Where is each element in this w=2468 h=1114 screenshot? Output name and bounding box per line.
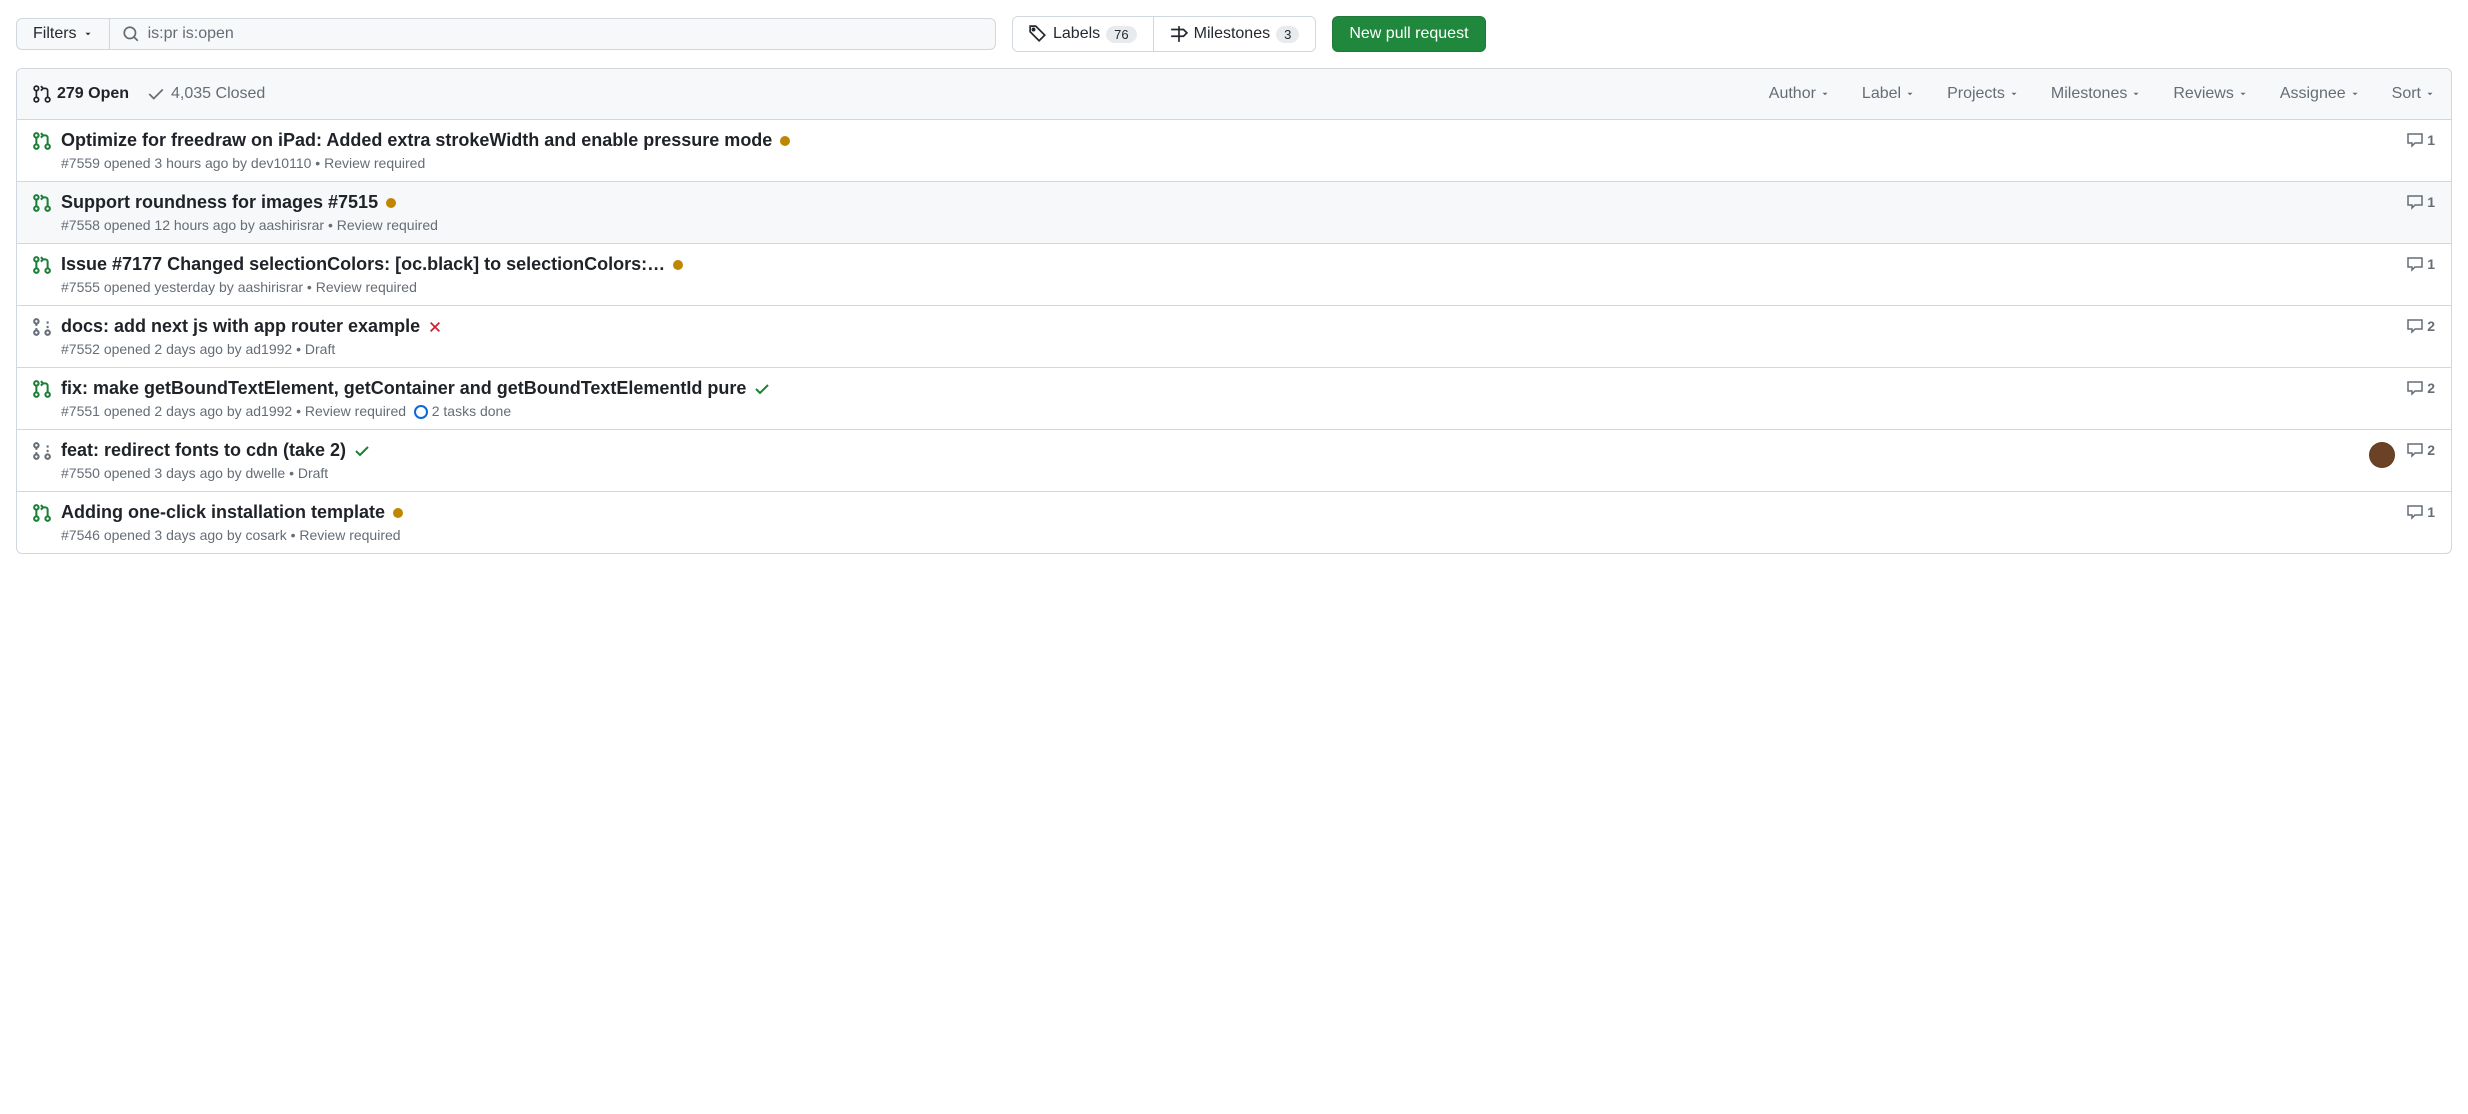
pr-row[interactable]: Optimize for freedraw on iPad: Added ext…	[17, 120, 2451, 182]
status-pending-icon	[386, 198, 396, 208]
assignee-avatar[interactable]	[2369, 442, 2395, 468]
pr-row[interactable]: fix: make getBoundTextElement, getContai…	[17, 368, 2451, 430]
pr-meta: #7550 opened 3 days ago by dwelle • Draf…	[61, 465, 2359, 481]
closed-tab[interactable]: 4,035 Closed	[147, 85, 265, 103]
open-tab[interactable]: 279 Open	[33, 85, 129, 103]
comments-count: 1	[2427, 256, 2435, 272]
pr-meta: #7558 opened 12 hours ago by aashirisrar…	[61, 217, 2397, 233]
tag-icon	[1029, 25, 1047, 43]
comments-link[interactable]: 2	[2407, 380, 2435, 396]
label-filter[interactable]: Label	[1862, 85, 1915, 103]
projects-filter[interactable]: Projects	[1947, 85, 2019, 103]
caret-down-icon	[2350, 89, 2360, 99]
pr-open-icon	[33, 502, 51, 543]
milestones-label: Milestones	[1194, 25, 1270, 43]
milestones-link[interactable]: Milestones 3	[1153, 17, 1316, 51]
status-pending-icon	[780, 136, 790, 146]
reviews-filter[interactable]: Reviews	[2173, 85, 2247, 103]
status-failure-icon	[428, 320, 442, 334]
comments-count: 1	[2427, 504, 2435, 520]
comments-link[interactable]: 1	[2407, 256, 2435, 272]
pr-row[interactable]: docs: add next js with app router exampl…	[17, 306, 2451, 368]
sort-filter[interactable]: Sort	[2392, 85, 2435, 103]
filters-label: Filters	[33, 25, 77, 43]
comments-link[interactable]: 1	[2407, 132, 2435, 148]
caret-down-icon	[83, 29, 93, 39]
pr-title-link[interactable]: Optimize for freedraw on iPad: Added ext…	[61, 130, 772, 151]
caret-down-icon	[1905, 89, 1915, 99]
search-icon	[122, 25, 140, 43]
comments-link[interactable]: 2	[2407, 442, 2435, 458]
search-input-wrapper[interactable]	[110, 18, 996, 50]
pr-row[interactable]: Adding one-click installation template #…	[17, 492, 2451, 553]
milestones-filter[interactable]: Milestones	[2051, 85, 2141, 103]
pr-title-link[interactable]: docs: add next js with app router exampl…	[61, 316, 420, 337]
caret-down-icon	[1820, 89, 1830, 99]
comments-link[interactable]: 1	[2407, 194, 2435, 210]
milestones-count: 3	[1276, 26, 1299, 43]
pr-meta: #7551 opened 2 days ago by ad1992 • Revi…	[61, 403, 2397, 419]
caret-down-icon	[2238, 89, 2248, 99]
pr-open-icon	[33, 192, 51, 233]
labels-label: Labels	[1053, 25, 1100, 43]
comments-link[interactable]: 2	[2407, 318, 2435, 334]
pull-request-icon	[33, 85, 51, 103]
pr-row[interactable]: Issue #7177 Changed selectionColors: [oc…	[17, 244, 2451, 306]
pr-draft-icon	[33, 316, 51, 357]
open-count: 279 Open	[57, 85, 129, 103]
check-icon	[147, 85, 165, 103]
pr-title-link[interactable]: fix: make getBoundTextElement, getContai…	[61, 378, 746, 399]
pr-open-icon	[33, 130, 51, 171]
status-success-icon	[754, 381, 770, 397]
assignee-filter[interactable]: Assignee	[2280, 85, 2360, 103]
pr-meta: #7546 opened 3 days ago by cosark • Revi…	[61, 527, 2397, 543]
milestone-icon	[1170, 25, 1188, 43]
pr-draft-icon	[33, 440, 51, 481]
pr-open-icon	[33, 254, 51, 295]
closed-count: 4,035 Closed	[171, 85, 265, 103]
comments-count: 2	[2427, 318, 2435, 334]
caret-down-icon	[2425, 89, 2435, 99]
labels-link[interactable]: Labels 76	[1013, 17, 1153, 51]
tasks-text: 2 tasks done	[432, 403, 511, 419]
pr-title-link[interactable]: Adding one-click installation template	[61, 502, 385, 523]
comments-count: 1	[2427, 194, 2435, 210]
pr-row[interactable]: feat: redirect fonts to cdn (take 2) #75…	[17, 430, 2451, 492]
filters-button[interactable]: Filters	[16, 18, 110, 50]
pr-title-link[interactable]: Issue #7177 Changed selectionColors: [oc…	[61, 254, 665, 275]
new-pull-request-button[interactable]: New pull request	[1332, 16, 1485, 52]
status-pending-icon	[673, 260, 683, 270]
status-pending-icon	[393, 508, 403, 518]
pr-meta: #7555 opened yesterday by aashirisrar • …	[61, 279, 2397, 295]
comments-count: 1	[2427, 132, 2435, 148]
pr-meta: #7559 opened 3 hours ago by dev10110 • R…	[61, 155, 2397, 171]
status-success-icon	[354, 443, 370, 459]
pr-meta: #7552 opened 2 days ago by ad1992 • Draf…	[61, 341, 2397, 357]
pr-row[interactable]: Support roundness for images #7515 #7558…	[17, 182, 2451, 244]
caret-down-icon	[2009, 89, 2019, 99]
pr-title-link[interactable]: Support roundness for images #7515	[61, 192, 378, 213]
pr-title-link[interactable]: feat: redirect fonts to cdn (take 2)	[61, 440, 346, 461]
author-filter[interactable]: Author	[1769, 85, 1830, 103]
comments-link[interactable]: 1	[2407, 504, 2435, 520]
task-progress-icon	[414, 405, 428, 419]
search-input[interactable]	[148, 25, 983, 43]
comments-count: 2	[2427, 380, 2435, 396]
labels-count: 76	[1106, 26, 1136, 43]
comments-count: 2	[2427, 442, 2435, 458]
pr-open-icon	[33, 378, 51, 419]
caret-down-icon	[2131, 89, 2141, 99]
